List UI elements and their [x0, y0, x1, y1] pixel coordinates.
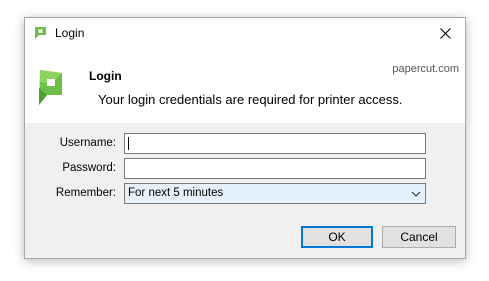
password-label: Password:	[62, 162, 116, 174]
cancel-button[interactable]: Cancel	[382, 226, 456, 248]
papercut-logo-icon	[39, 70, 62, 105]
dialog-heading: Login	[89, 69, 122, 83]
papercut-logo-icon	[35, 27, 46, 39]
header-banner: Login papercut.com Your login credential…	[25, 49, 465, 123]
close-button[interactable]	[425, 18, 465, 49]
text-caret	[128, 137, 129, 150]
ok-button[interactable]: OK	[301, 226, 373, 248]
username-row: Username:	[25, 133, 465, 154]
password-input[interactable]	[125, 159, 425, 178]
site-label: papercut.com	[392, 63, 459, 75]
chevron-down-icon	[411, 191, 421, 197]
username-label: Username:	[59, 137, 116, 149]
login-dialog: Login Login papercut.com Your login cred…	[24, 17, 466, 259]
remember-label: Remember:	[55, 187, 116, 199]
password-row: Password:	[25, 158, 465, 179]
title-bar[interactable]: Login	[25, 18, 465, 49]
remember-dropdown[interactable]: For next 5 minutes	[124, 183, 426, 204]
remember-selected-value: For next 5 minutes	[128, 187, 224, 199]
password-field-frame[interactable]	[124, 158, 426, 179]
close-icon	[439, 28, 451, 39]
username-input[interactable]	[125, 134, 425, 153]
instruction-text: Your login credentials are required for …	[98, 92, 403, 107]
username-field-frame[interactable]	[124, 133, 426, 154]
window-title: Login	[55, 26, 85, 40]
remember-row: Remember: For next 5 minutes	[25, 183, 465, 204]
